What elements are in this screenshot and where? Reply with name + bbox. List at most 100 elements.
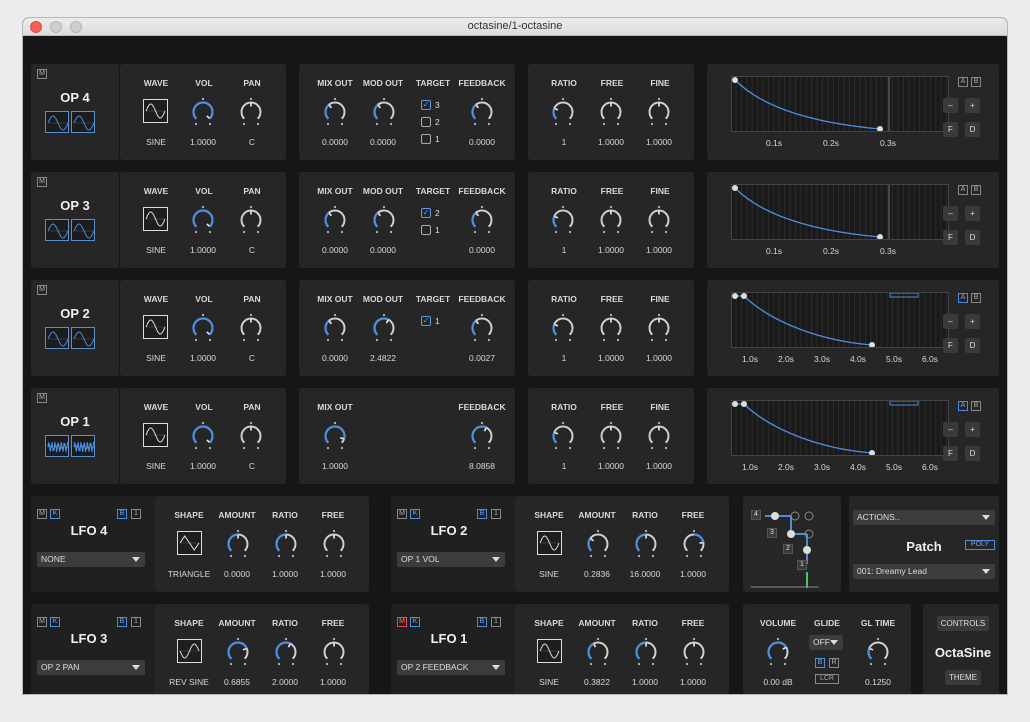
op4-env-a-button[interactable]: A (958, 401, 968, 411)
op3-wave-selector[interactable] (143, 315, 168, 339)
op4-env-zoom-in-button[interactable]: + (965, 422, 980, 437)
lfo1-shape-selector[interactable] (177, 531, 202, 555)
op4-mute-button[interactable]: M (37, 393, 47, 403)
poly-button[interactable]: POLY (965, 540, 995, 550)
op4-envelope-editor[interactable] (731, 400, 949, 456)
op2-vol-knob[interactable] (189, 205, 217, 235)
op4-free-knob[interactable] (597, 421, 625, 451)
op2-env-zoom-out-button[interactable]: – (943, 206, 958, 221)
lfo3-mute-button[interactable]: M (37, 617, 47, 627)
lfo3-free-knob[interactable] (320, 637, 348, 667)
op1-target-3-checkbox[interactable]: ✓ (421, 100, 431, 110)
op1-env-fit-button[interactable]: F (943, 122, 958, 137)
lfo3-keysync-button[interactable]: K (50, 617, 60, 627)
lfo1-oneshot-button[interactable]: 1 (131, 509, 141, 519)
op3-env-zoom-out-button[interactable]: – (943, 314, 958, 329)
lfo4-amount-knob[interactable] (584, 637, 612, 667)
lfo4-mute-button[interactable]: M (397, 617, 407, 627)
lfo4-oneshot-button[interactable]: 1 (491, 617, 501, 627)
op1-target-1-checkbox[interactable] (421, 134, 431, 144)
op2-mute-button[interactable]: M (37, 177, 47, 187)
zoom-window-button[interactable] (70, 21, 82, 33)
theme-button[interactable]: THEME (945, 670, 981, 685)
op2-env-default-button[interactable]: D (965, 230, 980, 245)
lfo3-bpm-sync-button[interactable]: B (117, 617, 127, 627)
op1-envelope-editor[interactable] (731, 76, 949, 132)
glide-time-knob[interactable] (864, 637, 892, 667)
routing-op-2-node[interactable]: 2 (783, 544, 793, 554)
op1-env-a-button[interactable]: A (958, 77, 968, 87)
op4-env-fit-button[interactable]: F (943, 446, 958, 461)
op2-env-fit-button[interactable]: F (943, 230, 958, 245)
lfo4-shape-selector[interactable] (537, 639, 562, 663)
op3-free-knob[interactable] (597, 313, 625, 343)
lfo4-ratio-knob[interactable] (632, 637, 660, 667)
lfo3-target-dropdown[interactable]: OP 2 PAN (37, 660, 145, 675)
op2-free-knob[interactable] (597, 205, 625, 235)
op1-fine-knob[interactable] (645, 97, 673, 127)
op3-mod-out-knob[interactable] (370, 313, 398, 343)
op2-envelope-editor[interactable] (731, 184, 949, 240)
lfo2-oneshot-button[interactable]: 1 (491, 509, 501, 519)
lfo3-shape-selector[interactable] (177, 639, 202, 663)
actions-dropdown[interactable]: ACTIONS.. (853, 510, 995, 525)
patch-dropdown[interactable]: 001: Dreamy Lead (853, 564, 995, 579)
lfo1-keysync-button[interactable]: K (50, 509, 60, 519)
minimize-window-button[interactable] (50, 21, 62, 33)
op1-pan-knob[interactable] (237, 97, 265, 127)
op1-ratio-knob[interactable] (549, 97, 577, 127)
lfo1-target-dropdown[interactable]: NONE (37, 552, 145, 567)
lfo3-ratio-knob[interactable] (272, 637, 300, 667)
op1-mute-button[interactable]: M (37, 69, 47, 79)
op1-feedback-knob[interactable] (468, 97, 496, 127)
lfo1-free-knob[interactable] (320, 529, 348, 559)
op2-mod-out-knob[interactable] (370, 205, 398, 235)
controls-button[interactable]: CONTROLS (937, 616, 989, 631)
op2-env-b-button[interactable]: B (971, 185, 981, 195)
lfo2-keysync-button[interactable]: K (410, 509, 420, 519)
op4-env-b-button[interactable]: B (971, 401, 981, 411)
close-window-button[interactable] (30, 21, 42, 33)
lfo3-oneshot-button[interactable]: 1 (131, 617, 141, 627)
op3-vol-knob[interactable] (189, 313, 217, 343)
lfo2-amount-knob[interactable] (584, 529, 612, 559)
op3-feedback-knob[interactable] (468, 313, 496, 343)
op1-mod-out-knob[interactable] (370, 97, 398, 127)
lfo1-mute-button[interactable]: M (37, 509, 47, 519)
glide-lcr-button[interactable]: LCR (815, 674, 839, 684)
lfo4-free-knob[interactable] (680, 637, 708, 667)
op3-env-default-button[interactable]: D (965, 338, 980, 353)
lfo2-target-dropdown[interactable]: OP 1 VOL (397, 552, 505, 567)
lfo2-bpm-sync-button[interactable]: B (477, 509, 487, 519)
op3-fine-knob[interactable] (645, 313, 673, 343)
op1-env-zoom-in-button[interactable]: + (965, 98, 980, 113)
op1-vol-knob[interactable] (189, 97, 217, 127)
op2-mix-out-knob[interactable] (321, 205, 349, 235)
op2-target-2-checkbox[interactable]: ✓ (421, 208, 431, 218)
lfo1-bpm-sync-button[interactable]: B (117, 509, 127, 519)
op4-mix-out-knob[interactable] (321, 421, 349, 451)
op4-vol-knob[interactable] (189, 421, 217, 451)
op3-target-1-checkbox[interactable]: ✓ (421, 316, 431, 326)
lfo4-bpm-sync-button[interactable]: B (477, 617, 487, 627)
op2-fine-knob[interactable] (645, 205, 673, 235)
op1-target-2-checkbox[interactable] (421, 117, 431, 127)
op2-pan-knob[interactable] (237, 205, 265, 235)
op3-env-fit-button[interactable]: F (943, 338, 958, 353)
glide-dropdown[interactable]: OFF (809, 635, 843, 650)
glide-retrigger-button[interactable]: R (829, 658, 839, 668)
op1-env-b-button[interactable]: B (971, 77, 981, 87)
op2-wave-selector[interactable] (143, 207, 168, 231)
lfo2-shape-selector[interactable] (537, 531, 562, 555)
op4-pan-knob[interactable] (237, 421, 265, 451)
op4-feedback-knob[interactable] (468, 421, 496, 451)
lfo1-ratio-knob[interactable] (272, 529, 300, 559)
lfo4-target-dropdown[interactable]: OP 2 FEEDBACK (397, 660, 505, 675)
op4-env-default-button[interactable]: D (965, 446, 980, 461)
op3-env-zoom-in-button[interactable]: + (965, 314, 980, 329)
op2-feedback-knob[interactable] (468, 205, 496, 235)
routing-op-1-node[interactable]: 1 (797, 560, 807, 570)
op3-envelope-editor[interactable] (731, 292, 949, 348)
lfo2-mute-button[interactable]: M (397, 509, 407, 519)
lfo2-ratio-knob[interactable] (632, 529, 660, 559)
